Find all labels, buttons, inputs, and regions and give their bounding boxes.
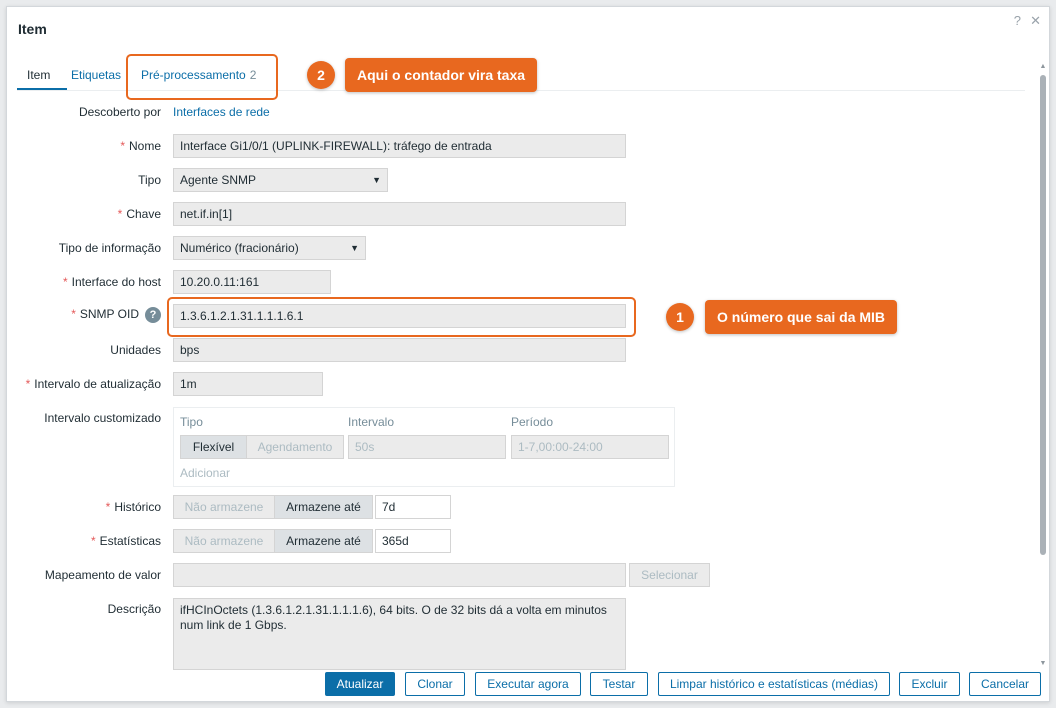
chevron-down-icon: ▼: [372, 175, 381, 185]
value-mapping-label: Mapeamento de valor: [44, 568, 161, 582]
info-type-select[interactable]: Numérico (fracionário) ▼: [173, 236, 366, 260]
scrollbar-thumb[interactable]: [1040, 75, 1046, 555]
help-icon[interactable]: ?: [145, 307, 161, 323]
scroll-up-icon[interactable]: ▲: [1039, 63, 1047, 70]
trends-no-store[interactable]: Não armazene: [174, 530, 274, 552]
execute-now-button[interactable]: Executar agora: [475, 672, 581, 696]
scroll-down-icon[interactable]: ▼: [1039, 660, 1047, 667]
type-label: Tipo: [138, 173, 161, 187]
required-marker: *: [25, 377, 31, 391]
key-field[interactable]: net.if.in[1]: [173, 202, 626, 226]
name-label-text: Nome: [128, 139, 161, 153]
clone-button[interactable]: Clonar: [405, 672, 465, 696]
value-mapping-field[interactable]: [173, 563, 626, 587]
required-marker: *: [120, 139, 125, 153]
history-label-text: Histórico: [114, 500, 161, 514]
trends-label-text: Estatísticas: [99, 534, 161, 548]
type-select[interactable]: Agente SNMP ▼: [173, 168, 388, 192]
test-button[interactable]: Testar: [590, 672, 648, 696]
units-label: Unidades: [110, 343, 161, 357]
update-interval-label-text: Intervalo de atualização: [34, 377, 161, 391]
delete-button[interactable]: Excluir: [899, 672, 960, 696]
units-field[interactable]: bps: [173, 338, 626, 362]
chevron-down-icon: ▼: [350, 243, 359, 253]
update-interval-label: * Intervalo de atualização: [26, 377, 161, 391]
snmp-oid-label-text: SNMP OID: [79, 307, 139, 322]
history-store-until[interactable]: Armazene até: [274, 496, 372, 518]
host-interface-field[interactable]: 10.20.0.11:161: [173, 270, 331, 294]
scrollbar[interactable]: ▲ ▼: [1039, 63, 1047, 667]
required-marker: *: [62, 275, 68, 289]
type-select-value: Agente SNMP: [180, 173, 257, 187]
update-interval-field[interactable]: 1m: [173, 372, 323, 396]
name-field[interactable]: Interface Gi1/0/1 (UPLINK-FIREWALL): trá…: [173, 134, 626, 158]
callout-snmp-oid: O número que sai da MIB: [705, 300, 898, 334]
ci-period-field[interactable]: 1-7,00:00-24:00: [511, 435, 669, 459]
value-mapping-select-button[interactable]: Selecionar: [629, 563, 710, 587]
callout-number-1: 1: [666, 303, 694, 331]
trends-field[interactable]: 365d: [375, 529, 451, 553]
history-toggle: Não armazene Armazene até: [173, 495, 373, 519]
required-marker: *: [105, 500, 111, 514]
info-type-label: Tipo de informação: [58, 241, 161, 255]
ci-interval-field[interactable]: 50s: [348, 435, 506, 459]
preprocessing-highlight: [126, 54, 278, 100]
ci-type-flexible[interactable]: Flexível: [181, 436, 247, 458]
required-marker: *: [71, 307, 76, 322]
ci-type-scheduling[interactable]: Agendamento: [247, 436, 343, 458]
item-dialog: Item ? ✕ Item Etiquetas Pré-processament…: [6, 6, 1050, 702]
trends-toggle: Não armazene Armazene até: [173, 529, 373, 553]
discovery-rule-link[interactable]: Interfaces de rede: [173, 105, 270, 119]
ci-type-toggle: Flexível Agendamento: [180, 435, 344, 459]
ci-interval-header: Intervalo: [348, 415, 395, 429]
history-label: * Histórico: [106, 500, 161, 514]
key-label-text: Chave: [126, 207, 161, 221]
update-button[interactable]: Atualizar: [325, 672, 395, 696]
discovered-by-label: Descoberto por: [78, 105, 161, 119]
ci-type-header: Tipo: [180, 415, 203, 429]
ci-add-link[interactable]: Adicionar: [180, 466, 230, 480]
callout-preprocessing: Aqui o contador vira taxa: [345, 58, 538, 92]
description-label: Descrição: [107, 602, 161, 616]
history-no-store[interactable]: Não armazene: [174, 496, 274, 518]
close-icon[interactable]: ✕: [1030, 13, 1041, 29]
trends-store-until[interactable]: Armazene até: [274, 530, 372, 552]
required-marker: *: [90, 534, 96, 548]
host-interface-label: * Interface do host: [63, 275, 161, 289]
tab-item[interactable]: Item: [27, 68, 50, 82]
description-textarea[interactable]: ifHCInOctets (1.3.6.1.2.1.31.1.1.1.6), 6…: [173, 598, 626, 670]
host-interface-label-text: Interface do host: [71, 275, 161, 289]
history-field[interactable]: 7d: [375, 495, 451, 519]
snmp-oid-highlight: [167, 297, 636, 337]
snmp-oid-label: * SNMP OID?: [71, 307, 161, 323]
custom-interval-label: Intervalo customizado: [44, 411, 161, 425]
clear-history-button[interactable]: Limpar histórico e estatísticas (médias): [658, 672, 890, 696]
cancel-button[interactable]: Cancelar: [969, 672, 1041, 696]
callout-number-2: 2: [307, 61, 335, 89]
info-type-select-value: Numérico (fracionário): [180, 241, 299, 255]
key-label: * Chave: [118, 207, 161, 221]
ci-period-header: Período: [511, 415, 554, 429]
name-label: * Nome: [120, 139, 161, 153]
tab-tags[interactable]: Etiquetas: [71, 68, 121, 82]
trends-label: * Estatísticas: [91, 534, 161, 548]
custom-interval-table: Tipo Intervalo Período Flexível Agendame…: [173, 407, 675, 487]
required-marker: *: [117, 207, 123, 221]
dialog-title: Item: [18, 21, 47, 37]
help-icon[interactable]: ?: [1014, 13, 1021, 28]
